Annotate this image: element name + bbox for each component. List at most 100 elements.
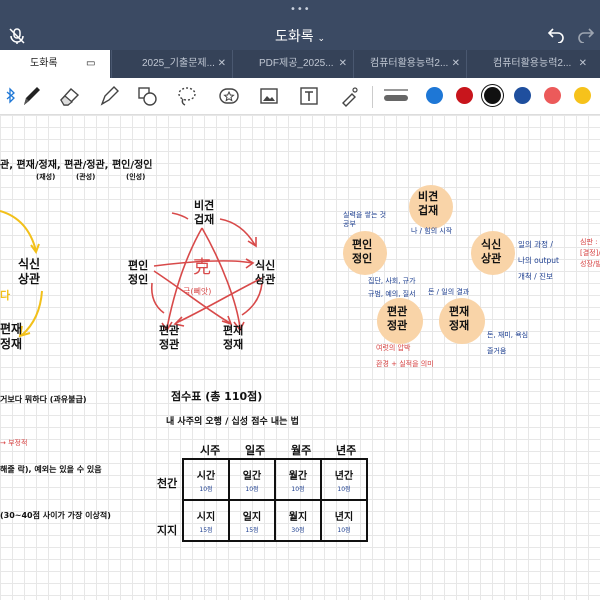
left-siksin-1: 식신 <box>18 257 41 271</box>
tab-label: PDF제공_2025... <box>259 58 334 69</box>
orange-top-2: 겁재 <box>418 204 439 217</box>
close-tab-icon[interactable]: ✕ <box>579 50 587 78</box>
title-bar: ••• 도화록 ⌄ <box>0 0 600 50</box>
eraser-icon[interactable] <box>56 83 82 109</box>
left-line-1: 거보다 뭐하다 (과유불급) <box>0 395 87 404</box>
pentagon-center-note: 극(뻬앗) <box>183 287 212 296</box>
undo-icon[interactable] <box>547 25 565 43</box>
left-pyeonjae-2: 정재 <box>0 337 23 351</box>
cell-score: 10점 <box>245 485 259 493</box>
chevron-down-icon: ⌄ <box>317 33 326 43</box>
left-line-2: → 부정적 <box>0 439 28 447</box>
table-cell: 년지 10점 <box>320 499 368 542</box>
orange-bottom-right: 편재 정재 <box>449 305 469 333</box>
table-cell: 일지 15점 <box>228 499 276 542</box>
tab-exam[interactable]: 2025_기출문제... ✕ <box>111 50 232 78</box>
cell-score: 15점 <box>245 526 259 534</box>
tab-label: 2025_기출문제... <box>142 58 215 69</box>
text-icon[interactable] <box>296 83 322 109</box>
notebook-title[interactable]: 도화록 ⌄ <box>0 26 600 46</box>
note-siksin-3: 개척 / 진보 <box>518 272 553 281</box>
pentagon-bottom-left-1: 편관 <box>159 324 180 337</box>
left-siksin: 식신 상관 <box>18 257 40 287</box>
orange-right: 식신 상관 <box>481 238 501 266</box>
color-swatch[interactable] <box>514 87 531 104</box>
tab-computer-2[interactable]: 컴퓨터활용능력2... ✕ <box>466 50 600 78</box>
stroke-thick[interactable] <box>384 95 408 101</box>
pentagon-bottom-right-2: 정재 <box>223 338 244 351</box>
close-tab-icon[interactable]: ✕ <box>452 50 460 78</box>
cell-name: 월지 <box>288 511 308 523</box>
score-title: 점수표 (총 110점) <box>171 388 262 404</box>
sticker-icon[interactable] <box>216 83 242 109</box>
orange-right-2: 상관 <box>481 252 502 265</box>
color-swatch[interactable] <box>456 87 473 104</box>
orange-left-2: 정인 <box>352 252 373 265</box>
cell-score: 30점 <box>291 526 305 534</box>
orange-left-1: 편인 <box>352 238 373 251</box>
orange-bottom-right-1: 편재 <box>449 305 470 318</box>
cell-score: 10점 <box>291 485 305 493</box>
cell-name: 시간 <box>196 470 216 482</box>
pen-icon[interactable] <box>18 83 44 109</box>
stroke-thin[interactable] <box>384 89 408 91</box>
shapes-icon[interactable] <box>134 83 160 109</box>
sub-inseong: (인성) <box>126 173 146 181</box>
highlighter-icon[interactable] <box>96 83 122 109</box>
row-header-cheongan: 천간 <box>157 477 178 490</box>
cell-name: 월간 <box>288 470 308 482</box>
pentagon-bottom-left-2: 정관 <box>159 338 180 351</box>
close-tab-icon[interactable]: ✕ <box>218 50 226 78</box>
note-jae-sub-1: 돈, 재미, 욕심 <box>487 331 529 339</box>
image-icon[interactable] <box>256 83 282 109</box>
pentagon-left: 편인 정인 <box>128 259 148 287</box>
sub-jaeseong: (재성) <box>36 173 56 181</box>
table-row: 시간 10점 일간 10점 월간 10점 년간 10점 <box>182 458 368 501</box>
close-tab-icon[interactable]: ✕ <box>339 50 347 78</box>
sub-gwanseong: (관성) <box>76 173 96 181</box>
cell-score: 15점 <box>199 526 213 534</box>
cell-name: 일간 <box>242 470 262 482</box>
orange-bottom-left-1: 편관 <box>387 305 408 318</box>
note-far-right-2: [결정]/[결 <box>580 249 600 257</box>
laser-pointer-icon[interactable] <box>336 83 362 109</box>
note-siksin-1: 일의 과정 / <box>518 240 553 249</box>
col-header-iljoo: 일주 <box>245 444 266 457</box>
tab-label: 도화록 <box>30 58 58 69</box>
note-gwan-red-2: 환경 + 실적을 의미 <box>376 360 434 368</box>
color-swatch[interactable] <box>574 87 591 104</box>
pentagon-top-1: 비견 <box>194 199 215 212</box>
orange-top-1: 비견 <box>418 190 439 203</box>
tab-pdf[interactable]: PDF제공_2025... ✕ <box>232 50 353 78</box>
pentagon-bottom-right-1: 편재 <box>223 324 244 337</box>
score-subtitle: 내 사주의 오행 / 십성 점수 내는 법 <box>166 417 299 427</box>
left-pyeonjae: 편재 정재 <box>0 322 22 352</box>
table-cell: 시간 10점 <box>182 458 230 501</box>
multitask-dots[interactable]: ••• <box>290 4 311 15</box>
note-gwan-red: 여럿의 압박 환경 + 실적을 의미 <box>376 340 434 372</box>
tab-computer-1[interactable]: 컴퓨터활용능력2... ✕ <box>353 50 466 78</box>
bluetooth-icon[interactable] <box>4 83 18 109</box>
cell-score: 10점 <box>337 485 351 493</box>
note-gwan-2: 규범, 예의, 질서 <box>368 290 416 298</box>
cell-name: 시지 <box>196 511 216 523</box>
redo-icon[interactable] <box>577 25 595 43</box>
tab-dohwarok[interactable]: 도화록 ▭ <box>0 50 110 78</box>
note-far-right-1: 심판 : <box>580 238 598 246</box>
note-inseong-2: 공부 <box>343 220 356 228</box>
note-canvas[interactable]: 관, 편재/정재, 편관/정관, 편인/정인 (재성) (관성) (인성) 식신… <box>0 115 600 600</box>
lasso-icon[interactable] <box>174 83 200 109</box>
note-jae-sub-2: 즐거움 <box>487 347 507 355</box>
color-swatch[interactable] <box>484 87 501 104</box>
tab-bar: 도화록 ▭ 2025_기출문제... ✕ PDF제공_2025... ✕ 컴퓨터… <box>0 50 600 78</box>
col-header-woljoo: 월주 <box>291 444 312 457</box>
tab-label: 컴퓨터활용능력2... <box>370 58 449 69</box>
left-line-4: (30~40점 사이가 가장 이상적) <box>0 511 111 520</box>
color-swatch[interactable] <box>426 87 443 104</box>
cell-name: 년간 <box>334 470 354 482</box>
cell-score: 10점 <box>199 485 213 493</box>
table-cell: 월지 30점 <box>274 499 322 542</box>
page-icon[interactable]: ▭ <box>86 50 95 78</box>
orange-left: 편인 정인 <box>352 238 372 266</box>
color-swatch[interactable] <box>544 87 561 104</box>
